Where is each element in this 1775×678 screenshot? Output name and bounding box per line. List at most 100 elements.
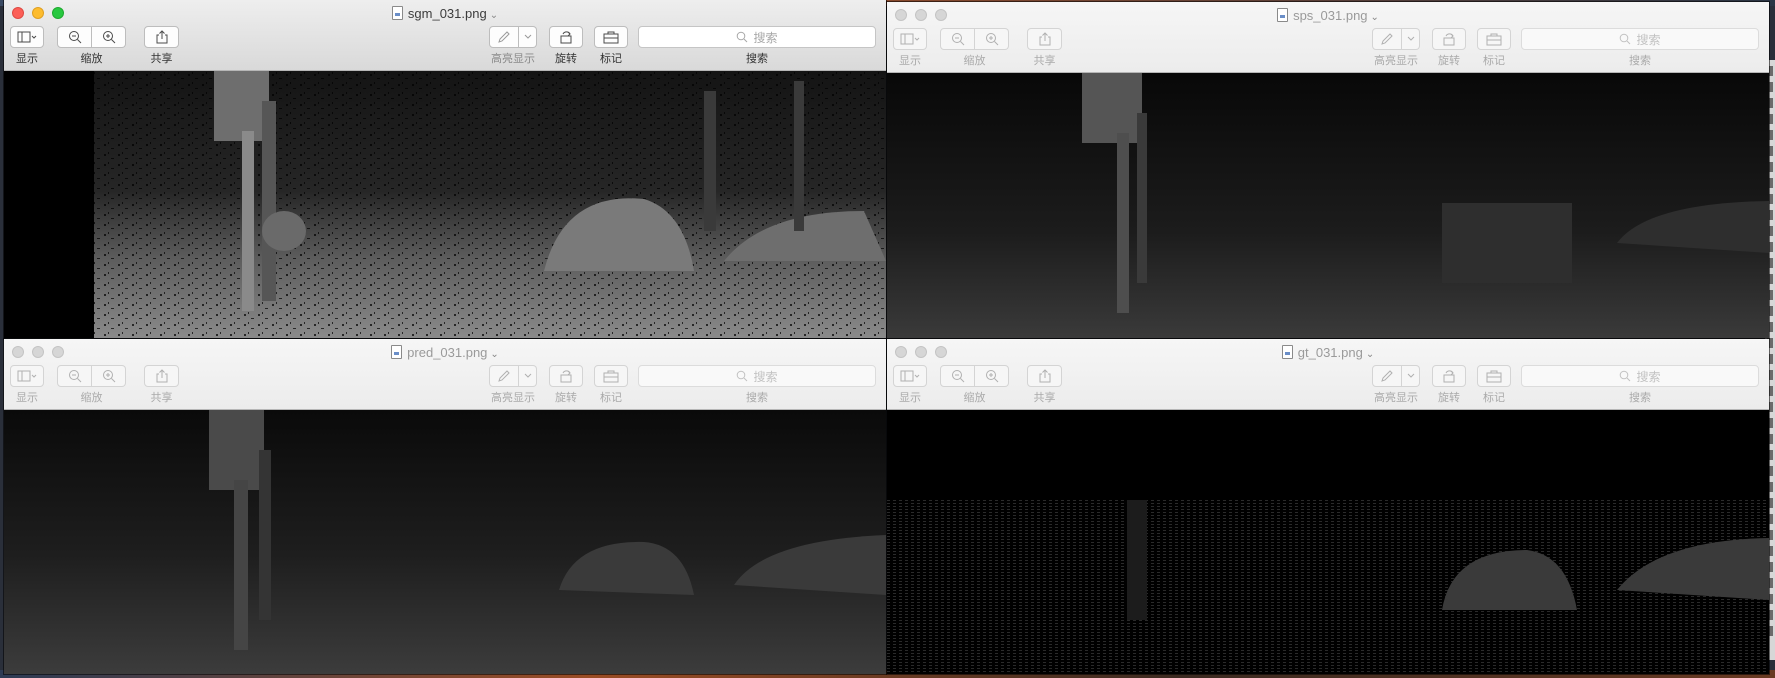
- markup-button[interactable]: [1477, 365, 1511, 387]
- zoom-group: 缩放: [57, 26, 126, 66]
- view-group: 显示: [10, 26, 44, 66]
- share-icon: [1039, 369, 1050, 383]
- rotate-button[interactable]: [549, 26, 583, 48]
- highlight-label: 高亮显示: [1374, 392, 1418, 404]
- depth-image-gt: [887, 410, 1769, 674]
- zoom-in-icon: [985, 370, 998, 383]
- highlight-button[interactable]: [1372, 28, 1402, 50]
- share-button[interactable]: [1027, 28, 1062, 50]
- zoom-in-icon: [102, 31, 115, 44]
- window-titlebar[interactable]: sps_031.png ⌄ 显示 缩放 共享 高亮显示 旋转 标记 搜索 搜索: [887, 2, 1769, 73]
- zoom-in-button[interactable]: [975, 365, 1009, 387]
- preview-window-pred[interactable]: pred_031.png ⌄ 显示 缩放 共享 高亮显示 旋转 标记 搜索 搜索: [4, 339, 886, 674]
- document-icon: [1281, 345, 1293, 359]
- search-input[interactable]: 搜索: [638, 26, 876, 48]
- rotate-button[interactable]: [1432, 365, 1466, 387]
- window-title[interactable]: gt_031.png ⌄: [887, 345, 1769, 360]
- sidebar-icon: [900, 370, 920, 382]
- chevron-down-icon: ⌄: [489, 10, 499, 21]
- view-button[interactable]: [10, 365, 44, 387]
- window-titlebar[interactable]: gt_031.png ⌄ 显示 缩放 共享 高亮显示 旋转 标记 搜索 搜索: [887, 339, 1769, 410]
- highlight-button[interactable]: [1372, 365, 1402, 387]
- search-input[interactable]: 搜索: [638, 365, 876, 387]
- window-title-text: sgm_031.png: [407, 6, 487, 21]
- view-button[interactable]: [893, 28, 927, 50]
- toolbox-icon: [1486, 370, 1502, 383]
- sidebar-icon: [900, 33, 920, 45]
- share-icon: [1039, 32, 1050, 46]
- zoom-in-button[interactable]: [92, 26, 126, 48]
- zoom-label: 缩放: [963, 55, 986, 67]
- rotate-label: 旋转: [555, 392, 577, 404]
- zoom-out-button[interactable]: [940, 365, 975, 387]
- search-placeholder: 搜索: [1636, 369, 1661, 384]
- window-toolbar: 显示 缩放 共享 高亮显示 旋转 标记 搜索 搜索: [887, 28, 1769, 70]
- view-button[interactable]: [10, 26, 44, 48]
- zoom-out-button[interactable]: [57, 26, 92, 48]
- zoom-out-button[interactable]: [940, 28, 975, 50]
- highlight-menu-button[interactable]: [1402, 28, 1420, 50]
- highlight-label: 高亮显示: [491, 53, 535, 65]
- zoom-label: 缩放: [963, 392, 986, 404]
- highlight-menu-button[interactable]: [519, 365, 537, 387]
- share-label: 共享: [150, 53, 173, 65]
- markup-label: 标记: [1483, 55, 1505, 67]
- share-button[interactable]: [1027, 365, 1062, 387]
- search-input[interactable]: 搜索: [1521, 365, 1759, 387]
- preview-window-sgm[interactable]: sgm_031.png ⌄ 显示 缩放 共享 高亮显示 旋转 标记 搜索 搜索: [4, 0, 886, 338]
- image-canvas: [887, 73, 1769, 338]
- pen-icon: [498, 370, 510, 382]
- chevron-down-icon: [1407, 373, 1414, 378]
- window-title-text: pred_031.png: [407, 345, 488, 360]
- rotate-label: 旋转: [1438, 55, 1460, 67]
- share-button[interactable]: [144, 26, 179, 48]
- search-icon: [1620, 370, 1631, 382]
- view-button[interactable]: [893, 365, 927, 387]
- markup-button[interactable]: [594, 365, 628, 387]
- document-icon: [391, 345, 403, 359]
- zoom-out-icon: [951, 370, 964, 383]
- highlight-button[interactable]: [489, 365, 519, 387]
- search-label: 搜索: [1629, 392, 1651, 404]
- depth-image-sgm: [4, 71, 886, 338]
- window-title[interactable]: pred_031.png ⌄: [4, 345, 886, 360]
- highlight-button[interactable]: [489, 26, 519, 48]
- preview-window-gt[interactable]: gt_031.png ⌄ 显示 缩放 共享 高亮显示 旋转 标记 搜索 搜索: [887, 339, 1769, 674]
- rotate-icon: [1443, 370, 1455, 383]
- chevron-down-icon: [1407, 36, 1414, 41]
- highlight-label: 高亮显示: [491, 392, 535, 404]
- pen-icon: [498, 31, 510, 43]
- search-group: 搜索 搜索: [638, 26, 876, 66]
- zoom-in-button[interactable]: [975, 28, 1009, 50]
- share-button[interactable]: [144, 365, 179, 387]
- window-titlebar[interactable]: pred_031.png ⌄ 显示 缩放 共享 高亮显示 旋转 标记 搜索 搜索: [4, 339, 886, 410]
- sidebar-icon: [17, 31, 37, 43]
- zoom-out-icon: [951, 33, 964, 46]
- zoom-in-button[interactable]: [92, 365, 126, 387]
- rotate-icon: [560, 31, 572, 44]
- rotate-button[interactable]: [1432, 28, 1466, 50]
- search-icon: [1620, 33, 1631, 45]
- highlight-label: 高亮显示: [1374, 55, 1418, 67]
- share-group: 共享: [144, 26, 179, 66]
- sidebar-icon: [17, 370, 37, 382]
- window-title[interactable]: sgm_031.png ⌄: [4, 6, 886, 21]
- highlight-menu-button[interactable]: [1402, 365, 1420, 387]
- rotate-button[interactable]: [549, 365, 583, 387]
- zoom-label: 缩放: [80, 392, 103, 404]
- window-title[interactable]: sps_031.png ⌄: [887, 8, 1769, 23]
- window-titlebar[interactable]: sgm_031.png ⌄ 显示 缩放 共享 高亮显示 旋转 标记 搜索 搜索: [4, 0, 886, 71]
- document-icon: [391, 6, 403, 20]
- markup-button[interactable]: [594, 26, 628, 48]
- zoom-out-button[interactable]: [57, 365, 92, 387]
- share-icon: [156, 369, 167, 383]
- search-label: 搜索: [1629, 55, 1651, 67]
- highlight-menu-button[interactable]: [519, 26, 537, 48]
- rotate-icon: [560, 370, 572, 383]
- highlight-group: 高亮显示: [489, 26, 537, 66]
- search-input[interactable]: 搜索: [1521, 28, 1759, 50]
- pen-icon: [1381, 33, 1393, 45]
- preview-window-sps[interactable]: sps_031.png ⌄ 显示 缩放 共享 高亮显示 旋转 标记 搜索 搜索: [887, 2, 1769, 338]
- markup-label: 标记: [600, 53, 622, 65]
- markup-button[interactable]: [1477, 28, 1511, 50]
